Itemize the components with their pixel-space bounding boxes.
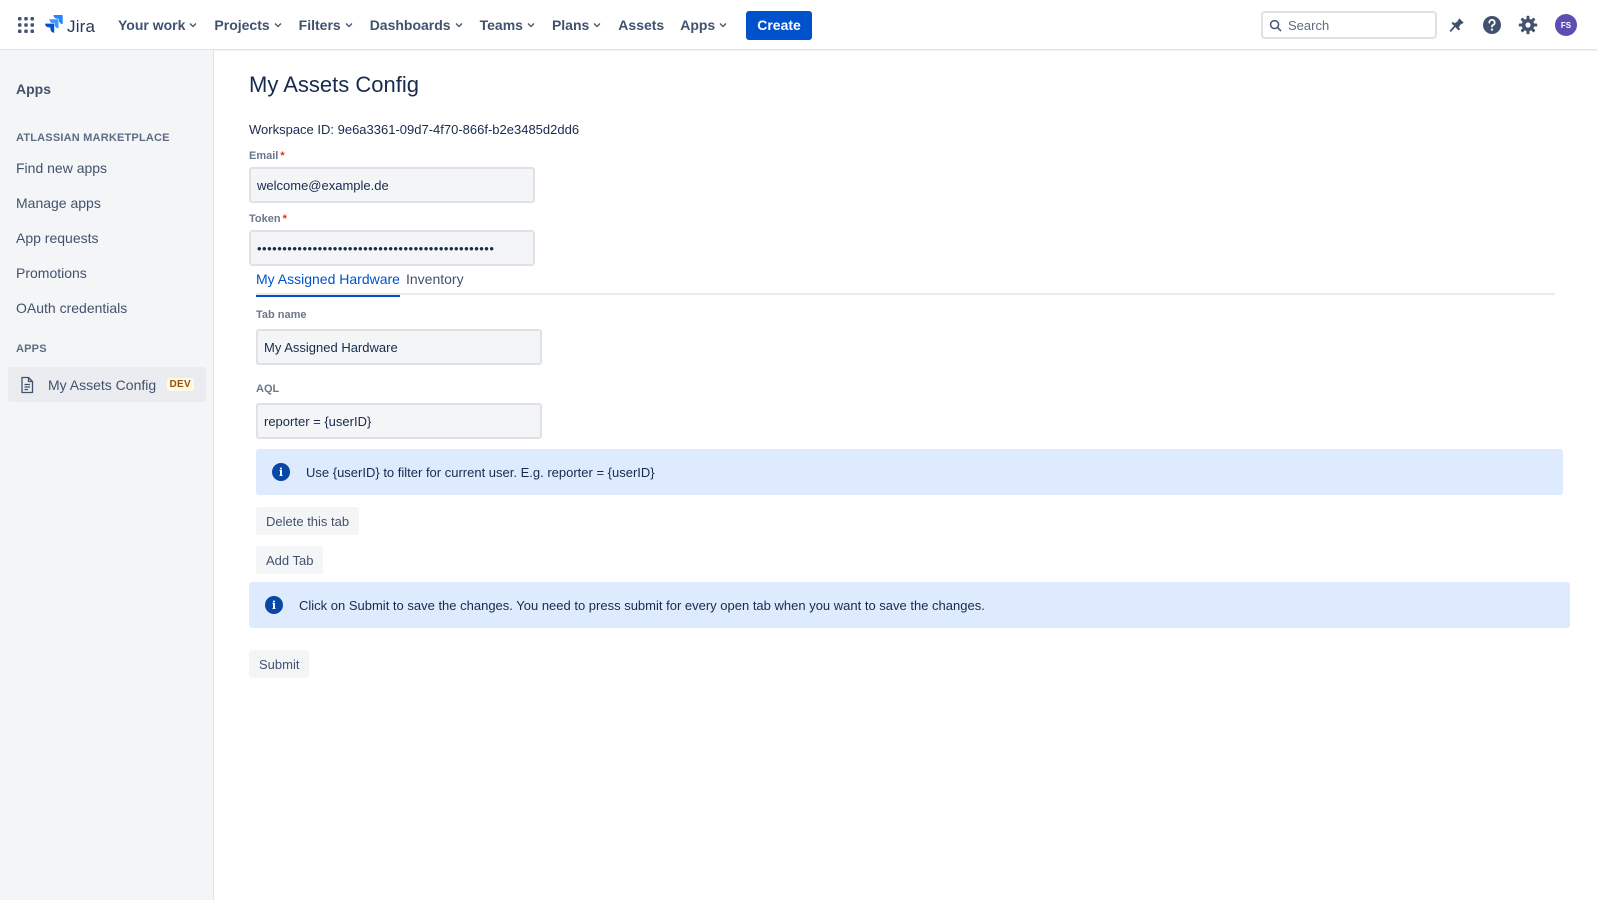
chevron-down-icon	[189, 23, 197, 28]
sidebar-item-manage-apps[interactable]: Manage apps	[16, 195, 101, 211]
required-marker: *	[282, 213, 287, 225]
email-label: Email *	[249, 150, 285, 162]
nav-apps[interactable]: Apps	[672, 9, 736, 41]
aql-label: AQL	[256, 383, 280, 395]
submit-info-text: Click on Submit to save the changes. You…	[299, 597, 985, 613]
tab-name-field[interactable]: My Assigned Hardware	[256, 329, 542, 365]
dev-badge: DEV	[166, 378, 194, 391]
jira-logo-icon	[45, 14, 63, 39]
sidebar-item-app-requests[interactable]: App requests	[16, 230, 99, 246]
chevron-down-icon	[345, 23, 353, 28]
info-icon: i	[265, 596, 283, 614]
app-name: Jira	[67, 16, 96, 36]
nav-label: Your work	[118, 17, 186, 33]
tab-inventory[interactable]: Inventory	[406, 271, 464, 295]
sidebar: Apps ATLASSIAN MARKETPLACE Find new apps…	[0, 50, 214, 900]
aql-field[interactable]: reporter = {userID}	[256, 403, 542, 439]
settings-icon[interactable]	[1516, 13, 1540, 37]
nav-your-work[interactable]: Your work	[110, 9, 206, 41]
jira-logo[interactable]: Jira	[45, 14, 95, 39]
aql-hint-text: Use {userID} to filter for current user.…	[306, 464, 655, 480]
nav-label: Dashboards	[369, 17, 451, 33]
sidebar-section-marketplace: ATLASSIAN MARKETPLACE	[16, 132, 170, 144]
nav-label: Plans	[551, 17, 590, 33]
nav-label: Assets	[618, 17, 665, 33]
avatar[interactable]: FS	[1555, 14, 1577, 36]
nav-label: Filters	[298, 17, 341, 33]
nav-label: Projects	[214, 17, 270, 33]
aql-hint-banner: i Use {userID} to filter for current use…	[256, 449, 1563, 495]
nav-assets[interactable]: Assets	[610, 9, 672, 41]
sidebar-title: Apps	[16, 81, 51, 97]
delete-tab-button[interactable]: Delete this tab	[256, 507, 360, 535]
sidebar-item-find-new-apps[interactable]: Find new apps	[16, 160, 107, 176]
chevron-down-icon	[719, 23, 727, 28]
email-label-text: Email	[249, 150, 279, 162]
chevron-down-icon	[455, 23, 463, 28]
page-title: My Assets Config	[249, 72, 419, 97]
token-field[interactable]: ••••••••••••••••••••••••••••••••••••••••…	[249, 230, 535, 266]
nav-label: Teams	[479, 17, 523, 33]
config-tabs: My Assigned Hardware Inventory	[256, 271, 1555, 297]
nav-label: Apps	[680, 17, 716, 33]
nav-filters[interactable]: Filters	[291, 9, 362, 41]
top-navigation: Jira Your work Projects Filters Dashboar…	[0, 0, 1597, 50]
token-label: Token *	[249, 213, 287, 225]
submit-button[interactable]: Submit	[249, 650, 310, 678]
app-switcher-icon[interactable]	[17, 16, 35, 34]
chevron-down-icon	[274, 23, 282, 28]
search-input[interactable]	[1288, 17, 1428, 33]
sidebar-item-oauth-credentials[interactable]: OAuth credentials	[16, 300, 127, 316]
sidebar-section-apps: APPS	[16, 343, 47, 355]
search-icon	[1269, 19, 1282, 31]
main-nav: Your work Projects Filters Dashboards Te…	[110, 0, 812, 50]
add-tab-button[interactable]: Add Tab	[256, 546, 324, 574]
search-box[interactable]	[1261, 11, 1437, 39]
nav-projects[interactable]: Projects	[206, 9, 290, 41]
nav-teams[interactable]: Teams	[472, 9, 544, 41]
notifications-icon[interactable]	[1445, 13, 1469, 37]
email-field[interactable]: welcome@example.de	[249, 167, 535, 203]
sidebar-item-label: My Assets Config	[48, 376, 157, 393]
tab-my-assigned-hardware[interactable]: My Assigned Hardware	[256, 271, 400, 297]
token-label-text: Token	[249, 213, 281, 225]
sidebar-item-promotions[interactable]: Promotions	[16, 265, 87, 281]
info-icon: i	[272, 463, 290, 481]
workspace-id: Workspace ID: 9e6a3361-09d7-4f70-866f-b2…	[249, 122, 580, 137]
submit-info-banner: i Click on Submit to save the changes. Y…	[249, 582, 1570, 628]
create-button[interactable]: Create	[746, 10, 812, 40]
help-icon[interactable]	[1480, 13, 1504, 37]
page-icon	[21, 376, 34, 393]
chevron-down-icon	[593, 23, 601, 28]
nav-plans[interactable]: Plans	[544, 9, 610, 41]
chevron-down-icon	[527, 23, 535, 28]
sidebar-item-my-assets-config[interactable]: My Assets Config DEV	[8, 367, 206, 402]
nav-dashboards[interactable]: Dashboards	[362, 9, 472, 41]
required-marker: *	[280, 150, 285, 162]
tab-name-label: Tab name	[256, 309, 307, 321]
